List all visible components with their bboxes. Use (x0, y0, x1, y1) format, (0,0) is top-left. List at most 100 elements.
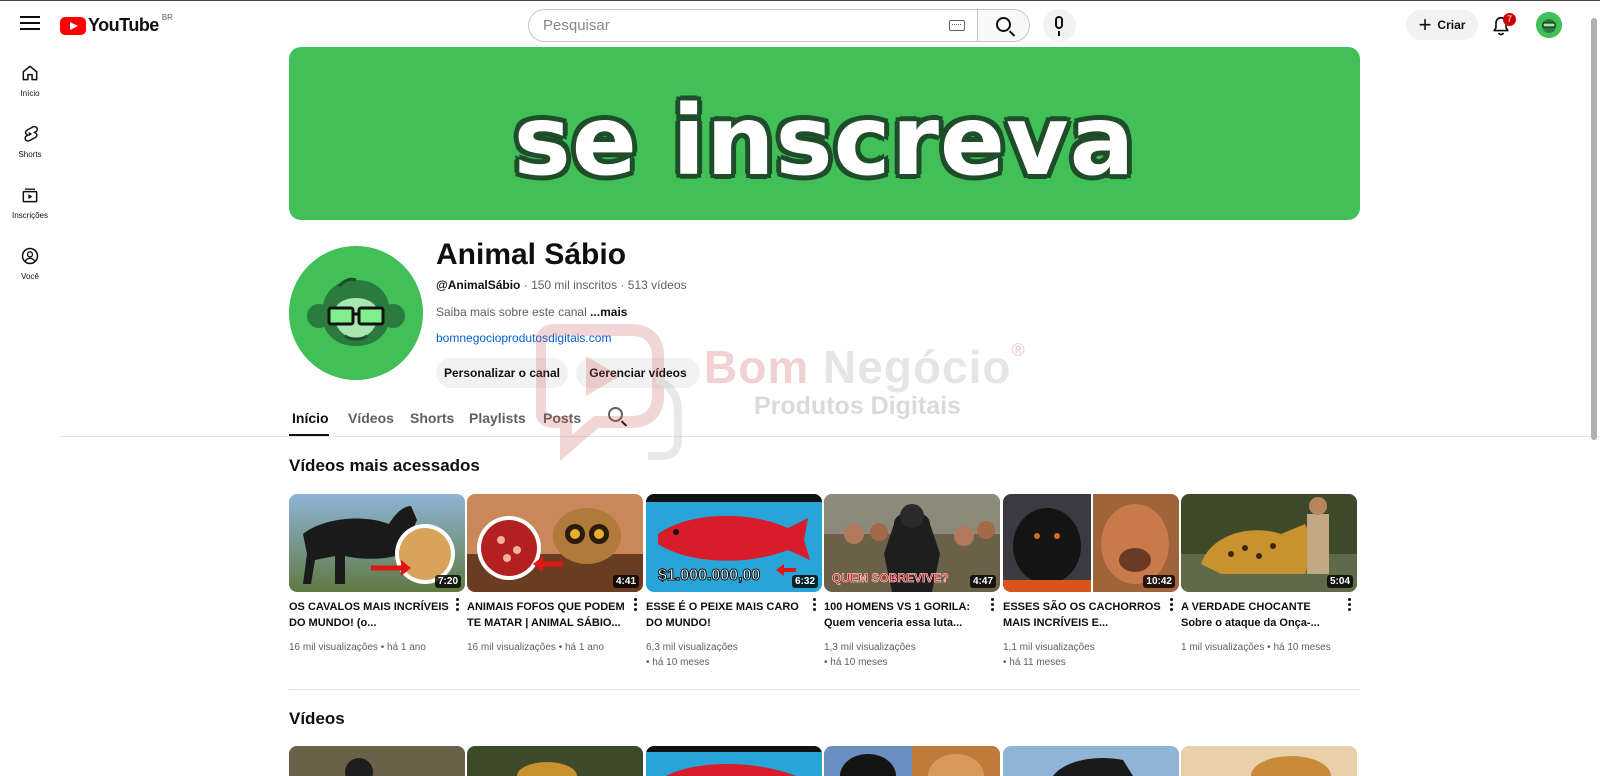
video-card[interactable]: 4:41 ANIMAIS FOFOS QUE PODEM TE MATAR | … (467, 494, 643, 653)
more-options-icon[interactable] (990, 598, 996, 616)
separator: · (523, 278, 532, 292)
sidebar-item-label: Você (21, 272, 39, 281)
video-duration: 10:42 (1143, 575, 1175, 588)
monkey-icon (1536, 12, 1562, 38)
thumbnail-overlay-text: QUEM SOBREVIVE? (832, 571, 949, 585)
video-thumbnail[interactable] (467, 746, 643, 776)
search-button[interactable] (977, 9, 1030, 42)
video-thumbnail[interactable]: QUEM SOBREVIVE? 4:47 (824, 494, 1000, 592)
more-options-icon[interactable] (633, 598, 639, 616)
scrollbar-thumb[interactable] (1591, 18, 1597, 440)
video-card[interactable]: 5:04 A VERDADE CHOCANTE Sobre o ataque d… (1181, 494, 1357, 653)
video-thumbnail[interactable] (1181, 746, 1357, 776)
video-thumbnail[interactable] (646, 746, 822, 776)
brand-name: YouTube (88, 15, 159, 35)
video-title[interactable]: A VERDADE CHOCANTE Sobre o ataque da Onç… (1181, 599, 1341, 631)
upload-age: há 1 ano (387, 642, 426, 653)
video-card[interactable]: QUEM SOBREVIVE? 4:47 100 HOMENS VS 1 GOR… (824, 494, 1000, 668)
upload-age: há 10 meses (830, 657, 888, 668)
video-duration: 4:41 (612, 575, 639, 588)
video-meta: 6,3 mil visualizações • há 10 meses (646, 640, 818, 670)
animal-thumbnail-image (1181, 746, 1357, 776)
home-icon (22, 65, 38, 81)
sidebar-item-you[interactable]: Você (0, 246, 60, 304)
keyboard-icon[interactable] (949, 20, 965, 31)
video-thumbnail[interactable] (1003, 746, 1179, 776)
view-count: 1,3 mil visualizações (824, 642, 916, 653)
video-thumbnail[interactable]: 4:41 (467, 494, 643, 592)
section-divider (289, 689, 1360, 690)
voice-search-button[interactable] (1043, 9, 1076, 42)
monkey-logo-icon (289, 246, 423, 380)
video-thumbnail[interactable]: $1.000.000,00 6:32 (646, 494, 822, 592)
search-box (528, 9, 977, 42)
description-text: Saiba mais sobre este canal (436, 305, 587, 319)
video-meta: 1 mil visualizações • há 10 meses (1181, 642, 1331, 653)
watermark-logo-icon (536, 324, 682, 460)
watermark-title-part2: Negócio (823, 341, 1012, 393)
video-thumbnail[interactable] (289, 746, 465, 776)
view-count: 6,3 mil visualizações (646, 642, 738, 653)
sidebar-item-label: Shorts (18, 150, 42, 159)
more-options-icon[interactable] (1169, 598, 1175, 616)
video-meta: 1,3 mil visualizações • há 10 meses (824, 640, 996, 670)
create-button[interactable]: + Criar (1406, 10, 1478, 40)
more-options-icon[interactable] (455, 598, 461, 616)
video-thumbnail[interactable]: 10:42 (1003, 494, 1179, 592)
more-options-icon[interactable] (1347, 598, 1353, 616)
video-card[interactable]: 10:42 ESSES SÃO OS CACHORROS MAIS INCRÍV… (1003, 494, 1179, 668)
video-duration: 5:04 (1326, 575, 1353, 588)
channel-banner: se inscreva (289, 47, 1360, 220)
video-card[interactable]: $1.000.000,00 6:32 ESSE É O PEIXE MAIS C… (646, 494, 822, 668)
channel-handle: @AnimalSábio (436, 278, 521, 292)
menu-icon[interactable] (20, 16, 40, 32)
video-title[interactable]: ESSES SÃO OS CACHORROS MAIS INCRÍVEIS E.… (1003, 599, 1163, 631)
more-options-icon[interactable] (812, 598, 818, 616)
channel-avatar[interactable] (289, 246, 423, 380)
more-link[interactable]: ...mais (590, 305, 627, 319)
plus-icon: + (1418, 12, 1432, 37)
dogs-thumbnail-image (824, 746, 1000, 776)
watermark-title: Bom Negócio® (704, 340, 1026, 394)
channel-name: Animal Sábio (436, 238, 627, 271)
video-title[interactable]: OS CAVALOS MAIS INCRÍVEIS DO MUNDO! (o..… (289, 599, 449, 631)
video-thumbnail[interactable]: 7:20 (289, 494, 465, 592)
video-title[interactable]: 100 HOMENS VS 1 GORILA: Quem venceria es… (824, 599, 984, 631)
upload-age: há 10 meses (652, 657, 710, 668)
separator: · (620, 278, 628, 292)
sidebar-item-shorts[interactable]: Shorts (0, 124, 60, 182)
sidebar-item-label: Início (20, 89, 40, 98)
tab-playlists[interactable]: Playlists (469, 410, 526, 426)
notification-count-badge: 7 (1503, 13, 1516, 26)
video-title[interactable]: ESSE É O PEIXE MAIS CARO DO MUNDO! (646, 599, 806, 631)
view-count: 16 mil visualizações (289, 642, 378, 653)
watermark-title-part1: Bom (704, 341, 810, 393)
tabs-divider (60, 436, 1600, 437)
channel-description[interactable]: Saiba mais sobre este canal ...mais (436, 305, 627, 319)
videos-section-title: Vídeos (289, 709, 345, 728)
tab-home[interactable]: Início (292, 410, 329, 426)
subscriber-count: 150 mil inscritos (531, 278, 618, 292)
upload-age: há 10 meses (1273, 642, 1331, 653)
account-avatar[interactable] (1536, 12, 1562, 38)
youtube-logo[interactable]: YouTube BR (60, 13, 173, 36)
video-thumbnail[interactable]: 5:04 (1181, 494, 1357, 592)
thumbnail-overlay-text: $1.000.000,00 (658, 567, 760, 584)
video-meta: 1,1 mil visualizações • há 11 meses (1003, 640, 1175, 670)
sidebar-item-subscriptions[interactable]: Inscrições (0, 185, 60, 243)
tab-shorts[interactable]: Shorts (410, 410, 454, 426)
top-bar: YouTube BR + Criar 7 (0, 0, 1600, 48)
jaguar-thumbnail-image (467, 746, 643, 776)
search-input[interactable] (529, 10, 909, 41)
view-count: 1 mil visualizações (1181, 642, 1265, 653)
tab-videos[interactable]: Vídeos (348, 410, 394, 426)
horse-thumbnail-image (1003, 746, 1179, 776)
sidebar-item-label: Inscrições (11, 211, 48, 220)
video-meta: 16 mil visualizações • há 1 ano (289, 642, 426, 653)
sidebar-item-home[interactable]: Início (0, 63, 60, 121)
video-title[interactable]: ANIMAIS FOFOS QUE PODEM TE MATAR | ANIMA… (467, 599, 627, 631)
video-duration: 7:20 (434, 575, 461, 588)
video-thumbnail[interactable] (824, 746, 1000, 776)
watermark-registered-mark: ® (1011, 340, 1026, 360)
video-card[interactable]: 7:20 OS CAVALOS MAIS INCRÍVEIS DO MUNDO!… (289, 494, 465, 653)
